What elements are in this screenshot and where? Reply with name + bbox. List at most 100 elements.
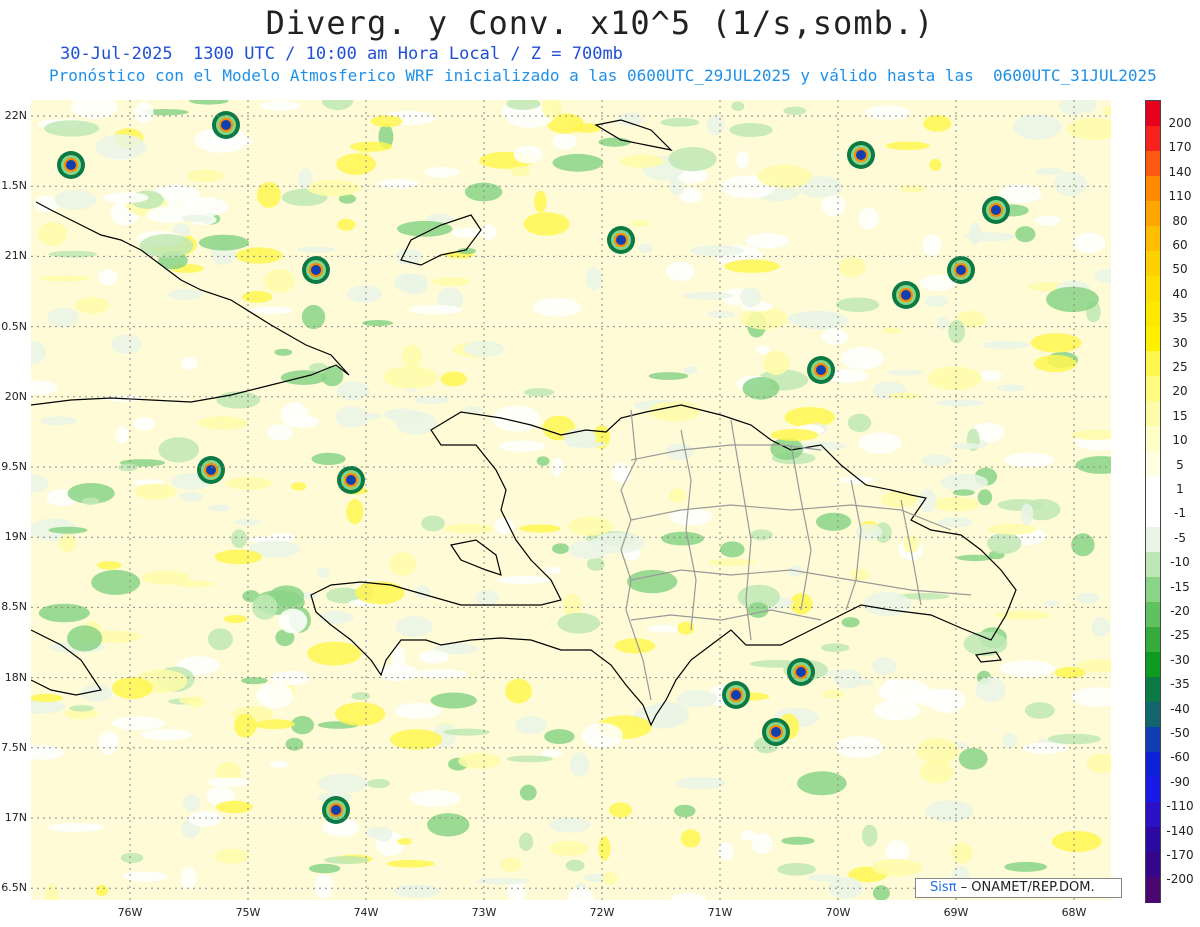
field-spot: [901, 290, 911, 300]
field-patch: [223, 614, 248, 624]
field-patch: [747, 602, 769, 618]
field-patch: [720, 541, 745, 558]
color-scale-label: -40: [1170, 701, 1190, 716]
field-patch: [91, 569, 141, 595]
field-patch: [855, 523, 883, 541]
field-patch: [756, 345, 770, 354]
field-patch: [181, 214, 211, 222]
field-patch: [323, 856, 370, 865]
field-patch: [505, 678, 532, 704]
field-patch: [689, 245, 745, 257]
field-patch: [586, 267, 603, 291]
color-scale-segment: [1146, 151, 1160, 177]
latitude-label: 17N: [4, 811, 27, 824]
field-patch: [397, 220, 453, 237]
field-patch: [198, 234, 249, 251]
field-patch: [500, 857, 521, 872]
field-patch: [394, 703, 441, 719]
field-patch: [1024, 702, 1055, 719]
field-patch: [676, 689, 718, 708]
field-patch: [552, 153, 604, 172]
field-patch: [544, 566, 561, 575]
field-patch: [197, 416, 249, 430]
field-patch: [402, 344, 422, 369]
field-patch: [102, 192, 149, 204]
field-patch: [683, 366, 698, 375]
field-patch: [674, 804, 696, 818]
color-scale-label: 5: [1176, 457, 1184, 472]
field-patch: [241, 677, 268, 685]
field-patch: [598, 137, 631, 147]
color-scale-label: 140: [1168, 164, 1192, 179]
field-patch: [997, 499, 1044, 511]
field-patch: [1053, 171, 1088, 196]
field-patch: [883, 679, 898, 698]
field-patch: [544, 729, 575, 745]
field-patch: [231, 529, 248, 549]
field-patch: [48, 822, 104, 833]
field-patch: [648, 372, 689, 380]
field-patch: [847, 413, 872, 433]
color-scale-label: -35: [1170, 677, 1190, 692]
field-patch: [120, 852, 144, 864]
color-scale-label: -50: [1170, 726, 1190, 740]
field-patch: [609, 802, 632, 818]
field-patch: [98, 269, 118, 286]
field-patch: [1054, 666, 1086, 679]
field-patch: [408, 305, 463, 315]
color-scale-segment: [1146, 101, 1160, 127]
field-patch: [307, 641, 362, 666]
field-patch: [44, 120, 100, 137]
field-patch: [886, 369, 923, 376]
field-patch: [311, 452, 346, 465]
field-spot: [796, 667, 806, 677]
field-spot: [311, 265, 321, 275]
field-patch: [1091, 617, 1111, 637]
field-patch: [917, 738, 959, 764]
field-patch: [252, 594, 278, 620]
field-patch: [269, 761, 289, 768]
field-patch: [533, 297, 582, 317]
field-patch: [841, 617, 860, 628]
field-patch: [234, 519, 260, 526]
color-scale-label: 35: [1172, 311, 1188, 326]
field-patch: [519, 524, 561, 533]
color-scale-label: -140: [1166, 823, 1194, 838]
field-patch: [278, 608, 308, 634]
field-patch: [751, 833, 773, 854]
field-patch: [98, 731, 119, 755]
field-patch: [708, 558, 756, 566]
field-patch: [963, 631, 1008, 656]
color-scale-segment: [1146, 376, 1160, 402]
field-patch: [863, 592, 912, 617]
field-patch: [581, 722, 623, 749]
field-patch: [742, 377, 780, 400]
field-patch: [900, 185, 926, 193]
color-scale-segment: [1146, 526, 1160, 553]
field-patch: [925, 800, 974, 822]
field-patch: [389, 552, 417, 576]
field-patch: [840, 347, 884, 370]
color-scale-segment: [1146, 176, 1160, 202]
field-patch: [929, 158, 942, 171]
field-patch: [790, 593, 813, 615]
color-scale-label: 50: [1172, 262, 1188, 277]
field-patch: [346, 499, 364, 525]
field-patch: [394, 273, 422, 292]
field-patch: [918, 488, 937, 513]
field-patch: [858, 207, 879, 230]
field-patch: [134, 102, 154, 124]
field-spot: [991, 205, 1001, 215]
field-patch: [548, 817, 591, 833]
field-patch: [427, 813, 470, 837]
field-patch: [982, 340, 1030, 350]
field-patch: [1076, 592, 1100, 604]
color-scale-segment: [1146, 201, 1160, 227]
color-scale-segment: [1146, 726, 1160, 753]
field-patch: [668, 147, 717, 172]
field-patch: [872, 657, 897, 676]
field-patch: [390, 729, 443, 750]
field-patch: [1002, 732, 1018, 749]
field-patch: [838, 257, 866, 277]
field-patch: [393, 884, 440, 898]
